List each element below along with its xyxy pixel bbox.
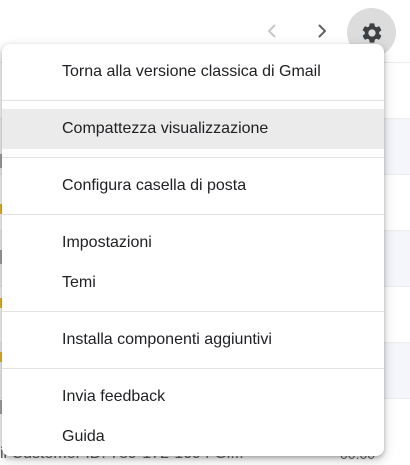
menu-divider bbox=[2, 368, 384, 369]
menu-item-label: Installa componenti aggiuntivi bbox=[62, 331, 272, 348]
menu-item-display-density[interactable]: Compattezza visualizzazione bbox=[2, 109, 384, 149]
chevron-left-icon bbox=[268, 24, 276, 38]
menu-item-themes[interactable]: Temi bbox=[2, 263, 384, 303]
menu-divider bbox=[2, 311, 384, 312]
gear-icon bbox=[362, 22, 381, 43]
menu-item-help[interactable]: Guida bbox=[2, 417, 384, 457]
menu-divider bbox=[2, 157, 384, 158]
menu-divider bbox=[2, 214, 384, 215]
menu-divider bbox=[2, 100, 384, 101]
chevron-right-icon bbox=[318, 24, 326, 38]
menu-item-label: Temi bbox=[62, 274, 96, 291]
menu-item-label: Invia feedback bbox=[62, 388, 166, 405]
settings-menu: Torna alla versione classica di Gmail Co… bbox=[2, 44, 384, 456]
menu-item-label: Torna alla versione classica di Gmail bbox=[62, 63, 321, 80]
menu-item-get-add-ons[interactable]: Installa componenti aggiuntivi bbox=[2, 320, 384, 360]
menu-item-label: Compattezza visualizzazione bbox=[62, 120, 269, 137]
menu-item-label: Guida bbox=[62, 428, 105, 445]
menu-item-send-feedback[interactable]: Invia feedback bbox=[2, 377, 384, 417]
menu-item-label: Configura casella di posta bbox=[62, 177, 247, 194]
menu-item-settings[interactable]: Impostazioni bbox=[2, 223, 384, 263]
menu-item-classic-gmail[interactable]: Torna alla versione classica di Gmail bbox=[2, 52, 384, 92]
menu-item-configure-inbox[interactable]: Configura casella di posta bbox=[2, 166, 384, 206]
menu-item-label: Impostazioni bbox=[62, 234, 152, 251]
